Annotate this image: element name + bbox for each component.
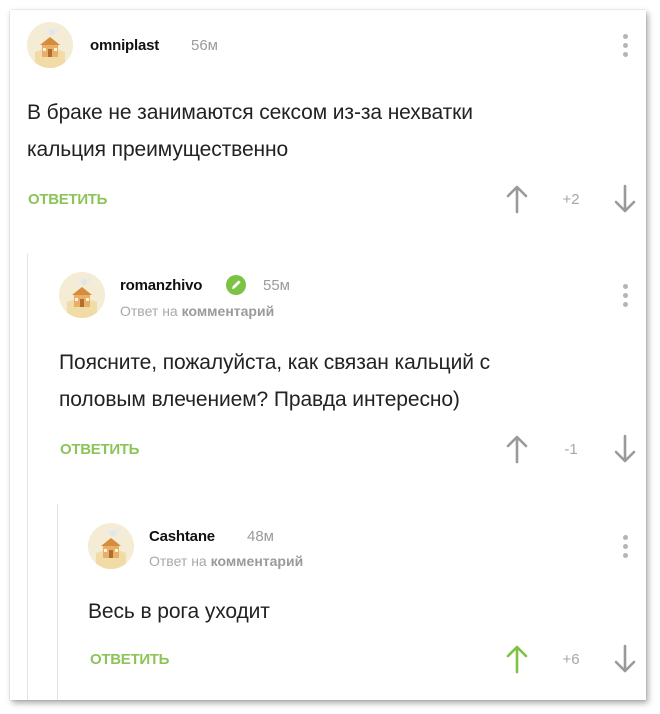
reply-to-comment-link[interactable]: комментарий	[182, 303, 275, 319]
comment-text-line: Поясните, пожалуйста, как связан кальций…	[59, 351, 490, 374]
thread-line-level-2	[57, 504, 58, 700]
comment-username[interactable]: romanzhivo	[120, 277, 202, 294]
reply-to-info: Ответ на комментарий	[120, 303, 274, 319]
comment-timestamp: 55м	[263, 277, 290, 294]
thread-line-level-1	[27, 254, 28, 700]
user-avatar-icon[interactable]	[88, 523, 134, 569]
downvote-arrow-icon[interactable]	[614, 644, 636, 674]
comment-text-line: кальция преимущественно	[27, 138, 289, 161]
comment-username[interactable]: omniplast	[90, 37, 159, 54]
vertical-dots-icon[interactable]	[619, 535, 631, 563]
comment-username[interactable]: Cashtane	[149, 528, 215, 545]
reply-to-prefix: Ответ на	[149, 553, 207, 569]
comment-rating: +2	[562, 191, 580, 208]
upvote-arrow-icon[interactable]	[506, 184, 528, 214]
user-avatar-icon[interactable]	[27, 22, 73, 68]
comment-body: Весь в рога уходит	[88, 593, 270, 630]
comment-timestamp: 48м	[247, 528, 274, 545]
comment-timestamp: 56м	[191, 37, 218, 54]
upvote-arrow-icon[interactable]	[506, 644, 528, 674]
downvote-arrow-icon[interactable]	[614, 184, 636, 214]
downvote-arrow-icon[interactable]	[614, 434, 636, 464]
reply-to-prefix: Ответ на	[120, 303, 178, 319]
comment-body: В браке не занимаются сексом из-за нехва…	[27, 94, 473, 168]
reply-button[interactable]: ОТВЕТИТЬ	[90, 651, 169, 668]
comment-text-line: Весь в рога уходит	[88, 600, 270, 623]
comments-panel: omniplast 56м В браке не занимаются секс…	[10, 10, 646, 700]
user-avatar-icon[interactable]	[59, 272, 105, 318]
comment-rating: -1	[564, 441, 578, 458]
comment-rating: +6	[562, 651, 580, 668]
comment-body: Поясните, пожалуйста, как связан кальций…	[59, 344, 490, 418]
reply-button[interactable]: ОТВЕТИТЬ	[28, 191, 107, 208]
upvote-arrow-icon[interactable]	[506, 434, 528, 464]
pencil-icon	[226, 275, 246, 295]
vertical-dots-icon[interactable]	[619, 34, 631, 62]
comment-text-line: половым влечением? Правда интересно)	[59, 388, 460, 411]
reply-to-comment-link[interactable]: комментарий	[211, 553, 304, 569]
vertical-dots-icon[interactable]	[619, 284, 631, 312]
reply-to-info: Ответ на комментарий	[149, 553, 303, 569]
comment-text-line: В браке не занимаются сексом из-за нехва…	[27, 101, 473, 124]
reply-button[interactable]: ОТВЕТИТЬ	[60, 441, 139, 458]
